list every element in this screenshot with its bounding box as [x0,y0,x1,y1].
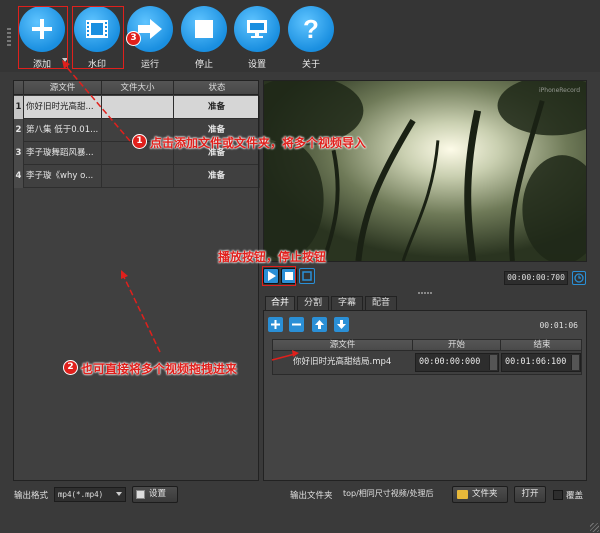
annotation-text-drag: 也可直接将多个视频拖拽进来 [81,362,238,376]
annotation-badge-1: 1 [132,134,147,149]
annotation-badge-2: 2 [63,360,78,375]
annotation-arrows [62,60,299,361]
annotation-text-import: 点击添加文件或文件夹，将多个视频导入 [150,136,367,150]
annotation-text-player: 播放按钮，停止按钮 [218,250,327,264]
